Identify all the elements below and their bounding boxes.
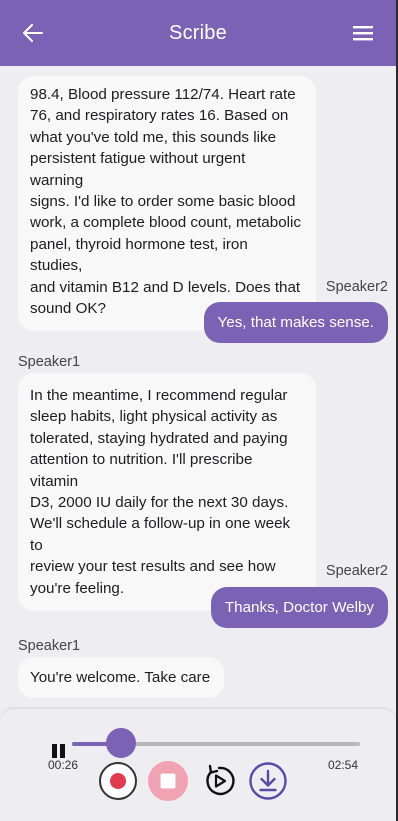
message-line: signs. I'd like to order some basic bloo…: [30, 193, 296, 211]
message-bubble: In the meantime, I recommend regular sle…: [18, 373, 316, 612]
message-line: sleep habits, light physical activity as: [30, 408, 278, 426]
download-icon: [249, 762, 287, 800]
message-line: Thanks, Doctor Welby: [224, 599, 374, 616]
page-title: Scribe: [169, 21, 227, 44]
transcript-list[interactable]: 98.4, Blood pressure 112/74. Heart rate …: [0, 66, 396, 706]
speaker-label: Speaker2: [325, 279, 388, 295]
back-button[interactable]: [18, 18, 48, 48]
app-screen: Scribe 98.4, Blood pressure 112/74. Hear…: [0, 0, 398, 821]
message-line: You're welcome. Take care: [30, 669, 211, 686]
replay-button[interactable]: [200, 761, 238, 801]
stop-icon: [148, 761, 188, 801]
message-bubble: 98.4, Blood pressure 112/74. Heart rate …: [18, 76, 316, 332]
message-line: persistent fatigue without urgent warnin…: [30, 150, 246, 189]
audio-player: 00:26 02:54: [0, 708, 396, 821]
message-line: Yes, that makes sense.: [217, 314, 374, 331]
message-line: what you've told me, this sounds like: [30, 128, 277, 146]
speaker-label: Speaker1: [18, 354, 81, 370]
message-bubble: You're welcome. Take care: [18, 657, 225, 699]
arrow-left-icon: [23, 24, 43, 42]
message-line: panel, thyroid hormone test, iron studie…: [30, 235, 248, 275]
progress-thumb[interactable]: [105, 728, 136, 758]
message-line: In the meantime, I recommend regular: [30, 387, 288, 404]
message-line: review your test results and see how: [30, 558, 276, 576]
message-line: 76, and respiratory rates 16. Based on: [30, 107, 289, 125]
stop-button[interactable]: [148, 761, 188, 801]
message-line: tolerated, staying hydrated and paying: [30, 429, 288, 447]
message-line: D3, 2000 IU daily for the next 30 days.: [30, 494, 289, 512]
menu-button[interactable]: [348, 18, 378, 48]
hamburger-menu-icon: [353, 26, 373, 41]
record-button[interactable]: [98, 761, 138, 801]
message-bubble: Yes, that makes sense.: [203, 302, 388, 344]
app-header: Scribe: [0, 0, 396, 66]
total-time: 02:54: [328, 758, 359, 772]
message-line: and vitamin B12 and D levels. Does that: [30, 278, 301, 296]
speaker-label: Speaker2: [325, 563, 388, 579]
pause-icon: [52, 744, 57, 758]
pause-button[interactable]: [52, 744, 68, 758]
message-line: We'll schedule a follow-up in one week t…: [30, 515, 291, 554]
current-time: 00:26: [48, 758, 79, 772]
message-line: attention to nutrition. I'll prescribe v…: [30, 451, 253, 490]
message-bubble: Thanks, Doctor Welby: [210, 587, 388, 629]
record-icon: [99, 762, 137, 800]
replay-icon: [206, 764, 235, 796]
speaker-label: Speaker1: [18, 638, 81, 654]
message-line: work, a complete blood count, metabolic: [30, 214, 301, 232]
download-button[interactable]: [248, 761, 288, 801]
message-line: 98.4, Blood pressure 112/74. Heart rate: [30, 86, 296, 103]
